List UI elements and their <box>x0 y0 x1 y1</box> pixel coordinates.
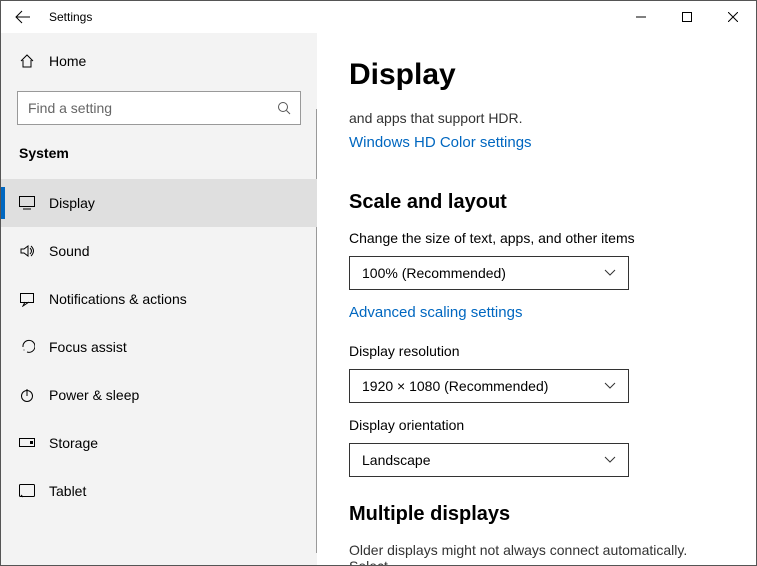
multiple-displays-heading: Multiple displays <box>349 503 726 526</box>
sidebar-item-label: Notifications & actions <box>49 291 187 307</box>
sidebar: Home System Display Sound <box>1 33 317 565</box>
sidebar-item-label: Power & sleep <box>49 387 139 403</box>
tablet-icon <box>19 484 49 498</box>
chevron-down-icon <box>604 382 616 390</box>
chevron-down-icon <box>604 456 616 464</box>
search-icon <box>268 101 300 115</box>
sidebar-item-label: Display <box>49 195 95 211</box>
sidebar-item-label: Storage <box>49 435 98 451</box>
focus-assist-icon <box>19 339 49 355</box>
sidebar-item-display[interactable]: Display <box>1 179 317 227</box>
resolution-value: 1920 × 1080 (Recommended) <box>362 378 548 394</box>
sidebar-item-storage[interactable]: Storage <box>1 419 317 467</box>
back-arrow-icon <box>15 9 31 25</box>
back-button[interactable] <box>1 1 45 33</box>
notifications-icon <box>19 291 49 307</box>
sidebar-item-label: Focus assist <box>49 339 127 355</box>
window-title: Settings <box>45 10 92 24</box>
sound-icon <box>19 243 49 259</box>
text-size-value: 100% (Recommended) <box>362 265 506 281</box>
sidebar-item-sound[interactable]: Sound <box>1 227 317 275</box>
storage-icon <box>19 438 49 448</box>
search-input[interactable] <box>18 100 268 116</box>
sidebar-item-tablet[interactable]: Tablet <box>1 467 317 515</box>
hdr-note-text: and apps that support HDR. <box>349 110 726 126</box>
home-button[interactable]: Home <box>1 43 317 79</box>
maximize-button[interactable] <box>664 1 710 33</box>
text-size-label: Change the size of text, apps, and other… <box>349 230 726 246</box>
home-icon <box>19 53 49 69</box>
page-title: Display <box>349 58 726 92</box>
sidebar-item-label: Sound <box>49 243 89 259</box>
text-size-dropdown[interactable]: 100% (Recommended) <box>349 256 629 290</box>
minimize-icon <box>636 12 646 22</box>
home-label: Home <box>49 53 86 69</box>
power-icon <box>19 387 49 403</box>
sidebar-item-power-sleep[interactable]: Power & sleep <box>1 371 317 419</box>
content-pane: Display and apps that support HDR. Windo… <box>317 33 756 565</box>
display-icon <box>19 196 49 210</box>
close-button[interactable] <box>710 1 756 33</box>
orientation-value: Landscape <box>362 452 431 468</box>
resolution-dropdown[interactable]: 1920 × 1080 (Recommended) <box>349 369 629 403</box>
resolution-label: Display resolution <box>349 343 726 359</box>
multiple-displays-note: Older displays might not always connect … <box>349 542 726 565</box>
sidebar-item-notifications[interactable]: Notifications & actions <box>1 275 317 323</box>
sidebar-heading: System <box>1 145 317 179</box>
search-box[interactable] <box>17 91 301 125</box>
hdr-settings-link[interactable]: Windows HD Color settings <box>349 134 532 151</box>
orientation-label: Display orientation <box>349 417 726 433</box>
orientation-dropdown[interactable]: Landscape <box>349 443 629 477</box>
title-bar: Settings <box>1 1 756 33</box>
chevron-down-icon <box>604 269 616 277</box>
sidebar-item-focus-assist[interactable]: Focus assist <box>1 323 317 371</box>
minimize-button[interactable] <box>618 1 664 33</box>
advanced-scaling-link[interactable]: Advanced scaling settings <box>349 304 522 321</box>
close-icon <box>728 12 738 22</box>
maximize-icon <box>682 12 692 22</box>
sidebar-item-label: Tablet <box>49 483 86 499</box>
scale-layout-heading: Scale and layout <box>349 191 726 214</box>
